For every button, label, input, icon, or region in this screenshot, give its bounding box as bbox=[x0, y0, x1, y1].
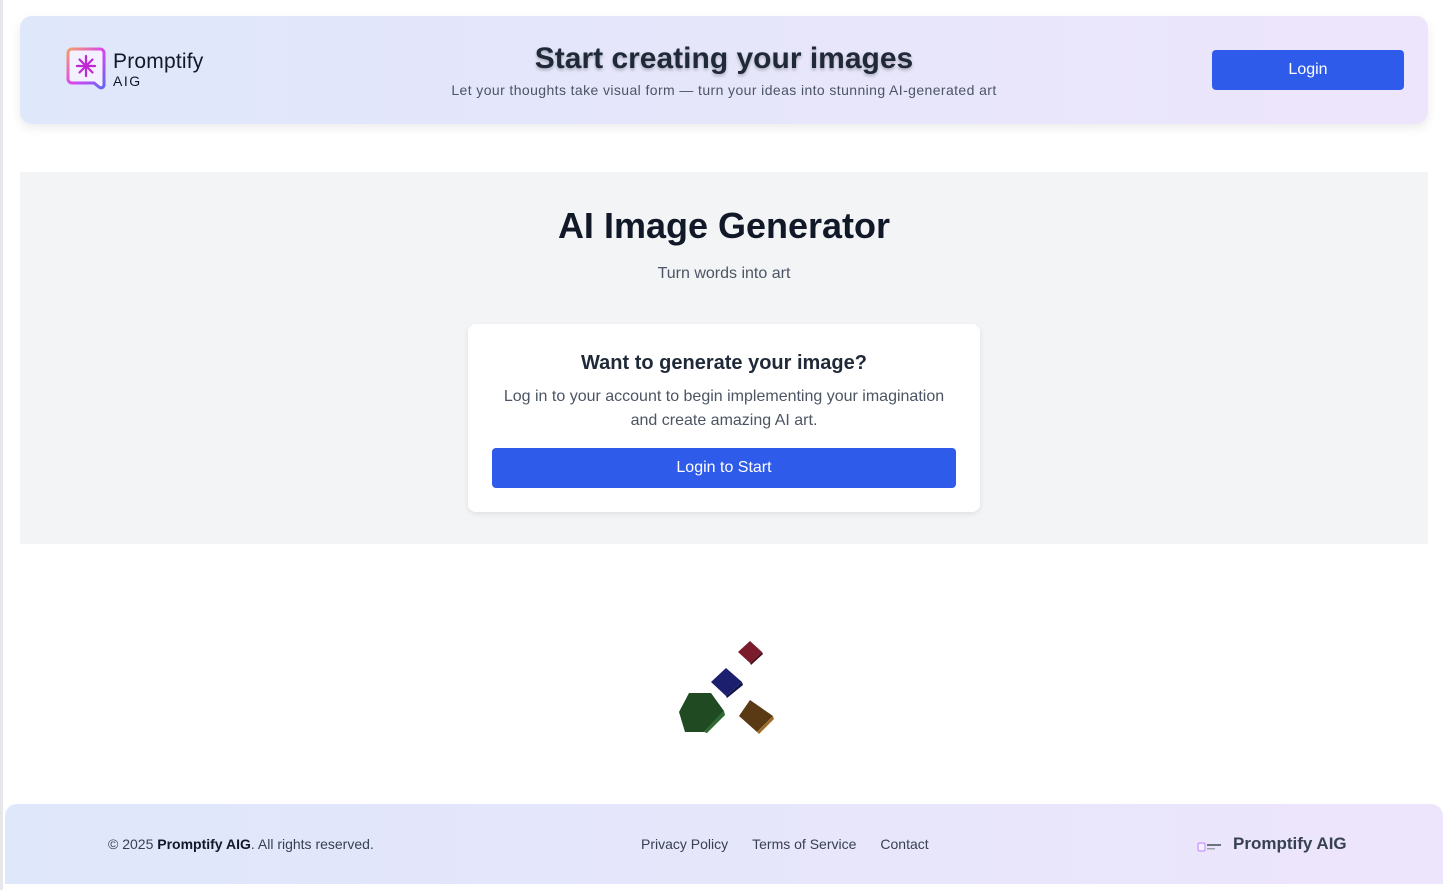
footer-copyright: © 2025 Promptify AIG. All rights reserve… bbox=[108, 836, 374, 852]
login-prompt-card: Want to generate your image? Log in to y… bbox=[468, 324, 980, 512]
terms-of-service-link[interactable]: Terms of Service bbox=[752, 836, 856, 852]
contact-link[interactable]: Contact bbox=[880, 836, 928, 852]
footer-links: Privacy Policy Terms of Service Contact bbox=[641, 836, 929, 852]
footer-brand-name: Promptify AIG bbox=[1233, 834, 1347, 853]
card-title: Want to generate your image? bbox=[581, 352, 867, 374]
logo[interactable]: Promptify AIG bbox=[66, 47, 204, 91]
copyright-prefix: © 2025 bbox=[108, 836, 158, 852]
login-to-start-button[interactable]: Login to Start bbox=[492, 448, 956, 488]
card-text: Log in to your account to begin implemen… bbox=[503, 388, 945, 429]
logo-sub: AIG bbox=[113, 72, 142, 89]
page: Promptify AIG Start creating your images… bbox=[0, 0, 1446, 890]
login-button[interactable]: Login bbox=[1212, 50, 1404, 90]
red-cube bbox=[738, 641, 763, 665]
copyright-brand: Promptify AIG bbox=[157, 836, 251, 852]
brown-cube bbox=[739, 700, 774, 734]
logo-name: Promptify bbox=[113, 49, 204, 73]
hero-title: AI Image Generator bbox=[557, 205, 891, 246]
logo-text: Promptify AIG bbox=[113, 51, 204, 88]
hero-section: AI Image Generator Turn words into art W… bbox=[20, 172, 1428, 544]
privacy-policy-link[interactable]: Privacy Policy bbox=[641, 836, 728, 852]
footer-brand: Promptify AIG bbox=[1197, 834, 1347, 854]
header: Promptify AIG Start creating your images… bbox=[20, 16, 1428, 124]
blue-cube bbox=[711, 668, 743, 698]
footer-logo-icon bbox=[1197, 839, 1223, 852]
sparkle-chat-icon bbox=[66, 47, 106, 91]
green-cube bbox=[679, 693, 725, 733]
cubes-loading-icon bbox=[673, 632, 783, 742]
footer: © 2025 Promptify AIG. All rights reserve… bbox=[5, 804, 1443, 884]
copyright-suffix: . All rights reserved. bbox=[250, 836, 374, 852]
hero-subtitle: Turn words into art bbox=[657, 265, 791, 282]
